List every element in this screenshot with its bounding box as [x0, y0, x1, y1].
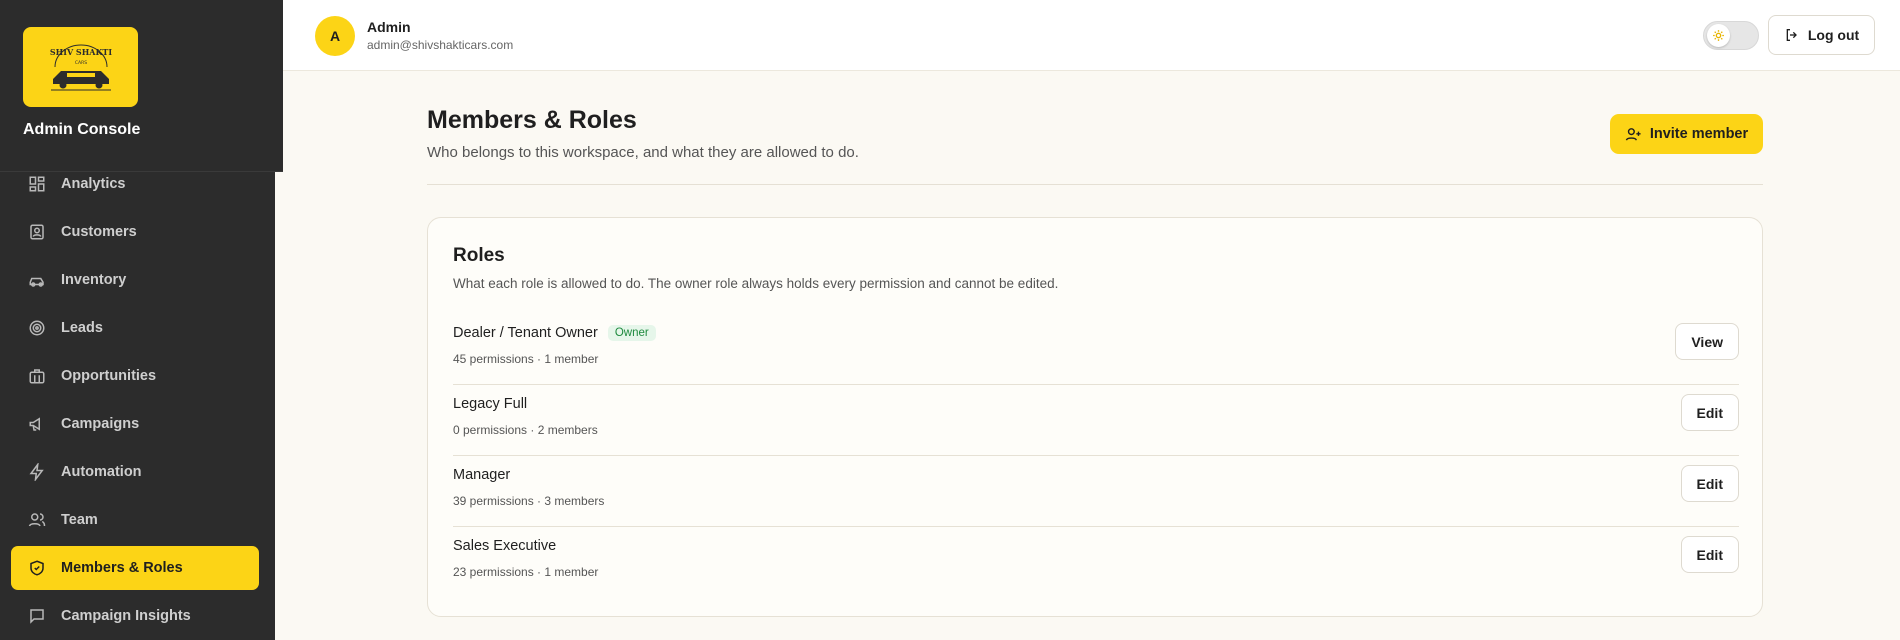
role-row: Manager 39 permissions · 3 members Edit: [453, 456, 1739, 527]
invite-member-label: Invite member: [1649, 126, 1749, 142]
sidebar-item-label: Opportunities: [61, 368, 157, 384]
target-icon: [27, 318, 47, 338]
sidebar-item-customers[interactable]: Customers: [11, 210, 259, 254]
roles-card-description: What each role is allowed to do. The own…: [453, 276, 1059, 291]
briefcase-icon: [27, 366, 47, 386]
role-meta: 23 permissions · 1 member: [453, 565, 599, 579]
sidebar-brand: SHIV SHAKTI CARS Admin Console: [0, 0, 283, 172]
sidebar-item-members-roles[interactable]: Members & Roles: [11, 546, 259, 590]
console-title: Admin Console: [23, 121, 141, 138]
lightning-icon: [27, 462, 47, 482]
id-card-icon: [27, 222, 47, 242]
role-name-text: Dealer / Tenant Owner: [453, 325, 598, 341]
sidebar-item-label: Members & Roles: [61, 560, 183, 576]
logout-label: Log out: [1807, 27, 1860, 43]
sidebar-item-opportunities[interactable]: Opportunities: [11, 354, 259, 398]
role-meta: 0 permissions · 2 members: [453, 423, 598, 437]
roles-card: Roles What each role is allowed to do. T…: [427, 217, 1763, 617]
sidebar-item-label: Customers: [61, 224, 137, 240]
role-name: Legacy Full: [453, 396, 527, 412]
sidebar-item-campaigns[interactable]: Campaigns: [11, 402, 259, 446]
sidebar-item-label: Leads: [61, 320, 103, 336]
roles-card-title: Roles: [453, 245, 505, 266]
logout-icon: [1786, 29, 1797, 41]
edit-role-button[interactable]: Edit: [1680, 394, 1739, 431]
users-icon: [27, 510, 47, 530]
logout-button[interactable]: Log out: [1768, 15, 1875, 55]
sidebar-item-label: Automation: [61, 464, 142, 480]
sidebar-item-analytics[interactable]: Analytics: [11, 162, 259, 206]
sidebar-item-leads[interactable]: Leads: [11, 306, 259, 350]
page-title: Members & Roles: [427, 106, 637, 134]
view-role-button[interactable]: View: [1675, 323, 1739, 360]
svg-text:SHIV SHAKTI: SHIV SHAKTI: [49, 47, 112, 57]
role-name-text: Sales Executive: [453, 538, 557, 554]
car-logo-icon: SHIV SHAKTI CARS: [49, 44, 112, 91]
car-icon: [27, 270, 47, 290]
edit-role-button[interactable]: Edit: [1680, 536, 1739, 573]
sidebar-item-label: Team: [61, 512, 98, 528]
sidebar-item-team[interactable]: Team: [11, 498, 259, 542]
role-meta: 39 permissions · 3 members: [453, 494, 605, 508]
invite-member-button[interactable]: Invite member: [1610, 114, 1763, 154]
role-row: Dealer / Tenant Owner Owner 45 permissio…: [453, 314, 1739, 385]
message-square-icon: [27, 606, 47, 626]
shield-check-icon: [27, 558, 47, 578]
sidebar-item-inventory[interactable]: Inventory: [11, 258, 259, 302]
svg-text:CARS: CARS: [74, 60, 86, 66]
top-header: A Admin admin@shivshakticars.com Log out: [283, 0, 1900, 71]
sidebar-item-label: Campaigns: [61, 416, 140, 432]
user-plus-icon: [1625, 127, 1641, 141]
grid-icon: [27, 174, 47, 194]
edit-role-button[interactable]: Edit: [1680, 465, 1739, 502]
user-name: Admin: [367, 19, 411, 35]
sidebar: SHIV SHAKTI CARS Admin Console Analytics…: [0, 0, 283, 640]
theme-toggle[interactable]: [1703, 21, 1759, 50]
role-row: Sales Executive 23 permissions · 1 membe…: [453, 527, 1739, 598]
header-divider: [427, 184, 1763, 185]
sun-icon: [1713, 30, 1724, 41]
sidebar-item-automation[interactable]: Automation: [11, 450, 259, 494]
role-name: Manager: [453, 467, 510, 483]
avatar[interactable]: A: [315, 16, 355, 56]
owner-badge: Owner: [607, 325, 656, 341]
role-name: Dealer / Tenant Owner Owner: [453, 325, 656, 341]
sidebar-item-label: Inventory: [61, 272, 127, 288]
role-meta: 45 permissions · 1 member: [453, 352, 599, 366]
sidebar-item-label: Campaign Insights: [61, 608, 191, 624]
sidebar-item-label: Analytics: [61, 176, 126, 192]
role-name-text: Legacy Full: [453, 396, 528, 412]
role-name: Sales Executive: [453, 538, 556, 554]
user-email: admin@shivshakticars.com: [367, 38, 514, 52]
role-row: Legacy Full 0 permissions · 2 members Ed…: [453, 385, 1739, 456]
theme-toggle-knob: [1707, 24, 1730, 47]
brand-logo[interactable]: SHIV SHAKTI CARS: [23, 27, 138, 107]
role-name-text: Manager: [453, 467, 511, 483]
sidebar-item-campaign-insights[interactable]: Campaign Insights: [11, 594, 259, 638]
page-subtitle: Who belongs to this workspace, and what …: [427, 144, 859, 161]
megaphone-icon: [27, 414, 47, 434]
